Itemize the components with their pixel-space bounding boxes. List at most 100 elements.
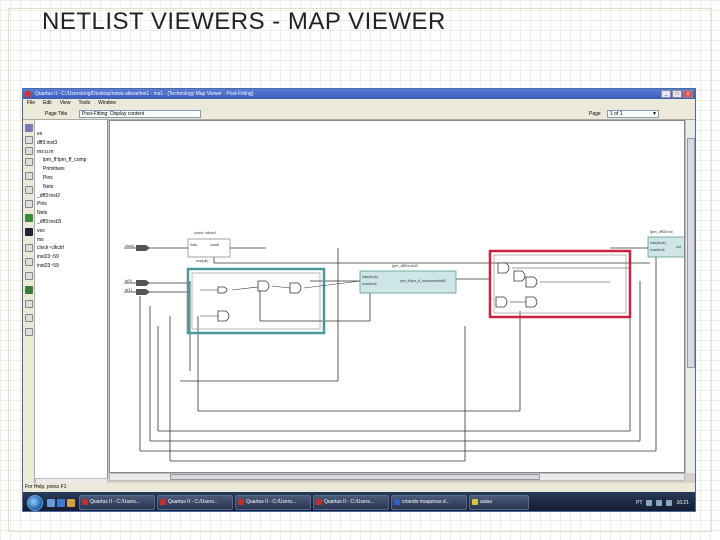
page-title-field[interactable]: Post-Fitting: Display content (79, 110, 201, 118)
taskbar-button[interactable]: aulas (469, 495, 529, 510)
netlist-icon[interactable] (25, 286, 33, 294)
pointer-tool-icon[interactable] (25, 136, 33, 144)
status-bar: For Help, press F1 (23, 483, 695, 492)
binoculars-icon[interactable] (25, 228, 33, 236)
tree-item[interactable]: Nets (37, 209, 107, 218)
filter-icon[interactable] (25, 300, 33, 308)
page-select[interactable]: 1 of 1 ▼ (607, 110, 659, 118)
window-controls: _ □ x (661, 90, 693, 98)
tree-item[interactable]: inst23~59 (37, 262, 107, 271)
ie-icon[interactable] (57, 498, 65, 507)
taskbar-button[interactable]: criando maquinas d... (391, 495, 467, 510)
tree-item[interactable]: _dff3:inst2l (37, 218, 107, 227)
right-in2-label: ena/clock (650, 248, 665, 252)
tree-item[interactable]: clock~clkctrl (37, 244, 107, 253)
tray-clock[interactable]: 16:21 (676, 500, 689, 506)
and-gate-icon (217, 310, 230, 322)
taskbar-button[interactable]: Quartus II - C:/Users... (313, 495, 389, 510)
taskbar-button[interactable]: Quartus II - C:/Users... (157, 495, 233, 510)
network-icon[interactable] (646, 499, 653, 506)
arrow-left-icon[interactable] (25, 328, 33, 336)
zoom-out-icon[interactable] (25, 200, 33, 208)
right-out-label: out (676, 245, 681, 249)
and-gate-icon (289, 282, 302, 294)
taskbar-button-label: Quartus II - C:/Users... (90, 499, 141, 505)
back-icon[interactable] (25, 258, 33, 266)
battery-icon[interactable] (666, 499, 673, 506)
canvas-vertical-scrollbar[interactable] (685, 120, 695, 473)
middle-in2-label: ena/clock (362, 282, 377, 286)
pin-a-label: d(0) (125, 278, 133, 283)
schematic-canvas[interactable]: clock d(0) d(1) clock~clkctrl inclk outc… (109, 120, 685, 473)
menu-view[interactable]: View (60, 99, 71, 108)
start-button[interactable] (27, 494, 43, 511)
taskbar-button-label: Quartus II - C:/Users... (168, 499, 219, 505)
or-gate-icon (513, 270, 526, 282)
tree-item[interactable]: lpm_ff:lpm_ff_comp (37, 156, 107, 165)
tree-item[interactable]: ves (37, 227, 107, 236)
select-tool-icon[interactable] (25, 124, 33, 132)
menu-tools[interactable]: Tools (78, 99, 90, 108)
show-desktop-icon[interactable] (47, 498, 55, 507)
window-titlebar[interactable]: Quartus II - C:/Users/erig/Desktop/nowa … (23, 89, 695, 99)
explorer-icon[interactable] (67, 498, 75, 507)
horizontal-scroll-thumb[interactable] (170, 474, 540, 480)
tree-item[interactable]: _dff3:inst2 (37, 192, 107, 201)
volume-icon[interactable] (656, 499, 663, 506)
tree-item[interactable]: Pins (37, 174, 107, 183)
menu-window[interactable]: Window (98, 99, 116, 108)
close-button[interactable]: x (683, 90, 693, 98)
quartus-window: Quartus II - C:/Users/erig/Desktop/nowa … (22, 88, 696, 512)
tree-item[interactable]: es (37, 130, 107, 139)
status-text: For Help, press F1 (25, 484, 67, 490)
canvas-horizontal-scrollbar[interactable] (109, 473, 685, 481)
pin-b-label: d(1) (125, 287, 133, 292)
tree-item[interactable]: Pins (37, 200, 107, 209)
and-gate-icon (525, 296, 538, 308)
middle-block-label: lpm_dff3:inst2l (392, 263, 418, 268)
tree-item[interactable]: Primitives (37, 165, 107, 174)
input-pin-icon (136, 289, 150, 295)
zoom-in-icon[interactable] (25, 186, 33, 194)
zoom-tool-icon[interactable] (25, 147, 33, 155)
grid-icon[interactable] (25, 214, 33, 222)
fit-window-icon[interactable] (25, 172, 33, 180)
clock-inclk-label: inclk (190, 243, 197, 247)
forward-icon[interactable] (25, 244, 33, 252)
viewer-tool-palette (23, 120, 35, 490)
folder-icon (472, 499, 478, 505)
chevron-down-icon: ▼ (652, 111, 657, 117)
input-pin-icon (136, 280, 150, 286)
vertical-scroll-thumb[interactable] (687, 138, 695, 368)
hand-tool-icon[interactable] (25, 158, 33, 166)
tree-item[interactable]: ms (37, 236, 107, 245)
and-gate-icon (497, 262, 510, 274)
menu-file[interactable]: File (27, 99, 35, 108)
taskbar-button[interactable]: Quartus II - C:/Users... (79, 495, 155, 510)
taskbar-button-label: Quartus II - C:/Users... (246, 499, 297, 505)
tree-item[interactable]: Nets (37, 183, 107, 192)
tree-item[interactable]: dff3:inst3 (37, 139, 107, 148)
viewer-toolbar: Page Title Post-Fitting: Display content… (23, 108, 695, 120)
middle-in1-label: inst(clock) (362, 275, 378, 279)
pin-clock-label: clock (125, 243, 134, 248)
clock-block-label: clock~clkctrl (194, 230, 216, 235)
menu-bar: File Edit View Tools Window (23, 99, 695, 108)
tree-item[interactable]: ms:u.m (37, 148, 107, 157)
page-label: Page (589, 111, 601, 117)
menu-edit[interactable]: Edit (43, 99, 52, 108)
slide-title: NETLIST VIEWERS - MAP VIEWER (42, 8, 446, 35)
language-indicator[interactable]: PT (636, 500, 642, 506)
clock-outclk-label: outclk (210, 243, 219, 247)
tree-item[interactable]: inst23~59 (37, 253, 107, 262)
quartus-icon (82, 499, 88, 505)
quartus-icon (238, 499, 244, 505)
arrow-right-icon[interactable] (25, 314, 33, 322)
taskbar-button-label: Quartus II - C:/Users... (324, 499, 375, 505)
taskbar-button[interactable]: Quartus II - C:/Users... (235, 495, 311, 510)
quartus-icon (160, 499, 166, 505)
hierarchy-up-icon[interactable] (25, 272, 33, 280)
maximize-button[interactable]: □ (672, 90, 682, 98)
taskbar-button-label: criando maquinas d... (402, 499, 450, 505)
minimize-button[interactable]: _ (661, 90, 671, 98)
